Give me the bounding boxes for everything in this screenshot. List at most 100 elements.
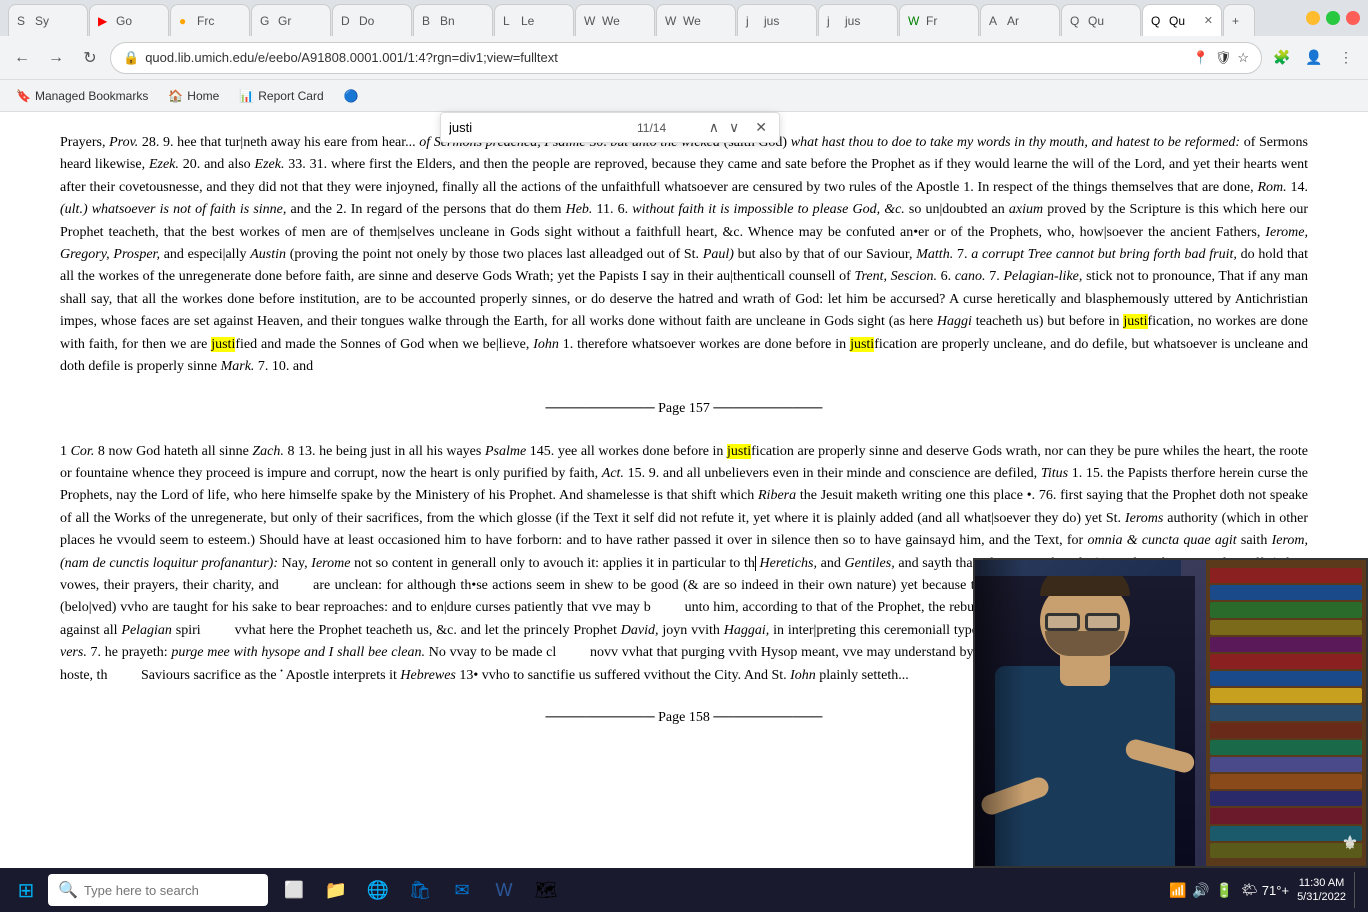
start-button[interactable]: ⊞ (8, 872, 44, 908)
content-area[interactable]: Prayers, Prov. 28. 9. hee that tur|neth … (0, 112, 1368, 912)
bookmark-extra[interactable]: 🔵 (336, 87, 367, 105)
profile-icon[interactable]: 👤 (1300, 44, 1328, 72)
tab-label-gr: Gr (278, 14, 291, 28)
bookmark-report-card-icon: 📊 (239, 89, 254, 103)
tab-label-qu2: Qu (1169, 14, 1185, 28)
tab-favicon-gr: G (260, 14, 274, 28)
tab-we1[interactable]: W We (575, 4, 655, 36)
new-tab-icon: + (1232, 14, 1239, 28)
shield-icon: 🛡 (1215, 50, 1232, 66)
tab-go[interactable]: ▶ Go (89, 4, 169, 36)
tab-label-bn: Bn (440, 14, 455, 28)
content-paragraph-1: Prayers, Prov. 28. 9. hee that tur|neth … (60, 132, 1308, 378)
tab-do[interactable]: D Do (332, 4, 412, 36)
taskbar-task-view-icon[interactable]: ⬜ (276, 872, 312, 908)
weather-icon: 🌤 (1241, 882, 1258, 898)
taskbar-right-area: 📶 🔊 🔋 🌤 71°+ 11:30 AM 5/31/2022 (1169, 872, 1360, 908)
video-content: ⚜ (975, 560, 1366, 866)
tab-favicon-fr: W (908, 14, 922, 28)
search-prev-button[interactable]: ∧ (705, 117, 723, 138)
tab-label-qu1: Qu (1088, 14, 1104, 28)
tab-favicon-qu1: Q (1070, 14, 1084, 28)
minimize-button[interactable] (1306, 11, 1320, 25)
tab-label-we1: We (602, 14, 620, 28)
browser-menu-icon[interactable]: ⋮ (1332, 44, 1360, 72)
tab-jus2[interactable]: j jus (818, 4, 898, 36)
tab-ar[interactable]: A Ar (980, 4, 1060, 36)
close-button[interactable] (1346, 11, 1360, 25)
bookmark-managed[interactable]: 🔖 Managed Bookmarks (8, 87, 156, 105)
tab-label-ar: Ar (1007, 14, 1019, 28)
tab-favicon-le: L (503, 14, 517, 28)
search-input[interactable] (449, 120, 629, 135)
video-overlay: ⚜ (973, 558, 1368, 868)
tab-bn[interactable]: B Bn (413, 4, 493, 36)
bookmark-home[interactable]: 🏠 Home (160, 87, 227, 105)
tab-qu2-active[interactable]: Q Qu ✕ (1142, 4, 1222, 36)
taskbar-search-input[interactable] (84, 883, 244, 898)
bookmarks-bar: 🔖 Managed Bookmarks 🏠 Home 📊 Report Card… (0, 80, 1368, 112)
taskbar-store-icon[interactable]: 🛍 (402, 872, 438, 908)
bookmark-managed-label: Managed Bookmarks (35, 89, 148, 103)
system-tray: 📶 🔊 🔋 (1169, 882, 1233, 899)
tab-le[interactable]: L Le (494, 4, 574, 36)
bookmark-home-label: Home (187, 89, 219, 103)
tab-favicon-we2: W (665, 14, 679, 28)
search-next-button[interactable]: ∨ (725, 117, 743, 138)
tray-volume-icon[interactable]: 🔊 (1192, 882, 1209, 899)
taskbar-search-icon: 🔍 (58, 880, 78, 900)
tab-close-icon[interactable]: ✕ (1204, 14, 1213, 27)
navigation-bar: ← → ↻ 🔒 quod.lib.umich.edu/e/eebo/A91808… (0, 36, 1368, 80)
page-157-marker: ─────────── Page 157 ─────────── (60, 398, 1308, 420)
taskbar-maps-icon[interactable]: 🗺 (528, 872, 564, 908)
tab-frc[interactable]: ● Frc (170, 4, 250, 36)
extensions-icon[interactable]: 🧩 (1268, 44, 1296, 72)
bookmark-star-icon[interactable]: ☆ (1237, 50, 1249, 66)
tab-fr[interactable]: W Fr (899, 4, 979, 36)
taskbar-mail-icon[interactable]: ✉ (444, 872, 480, 908)
search-bar: 11/14 ∧ ∨ ✕ (440, 112, 780, 143)
tray-battery-icon[interactable]: 🔋 (1216, 882, 1233, 899)
back-button[interactable]: ← (8, 44, 36, 72)
refresh-button[interactable]: ↻ (76, 44, 104, 72)
tab-qu1[interactable]: Q Qu (1061, 4, 1141, 36)
tab-favicon-jus2: j (827, 14, 841, 28)
tab-gr[interactable]: G Gr (251, 4, 331, 36)
taskbar: ⊞ 🔍 ⬜ 📁 🌐 🛍 ✉ W 🗺 📶 🔊 🔋 (0, 868, 1368, 912)
tab-new[interactable]: + (1223, 4, 1255, 36)
tab-favicon-frc: ● (179, 14, 193, 28)
tab-label-go: Go (116, 14, 132, 28)
search-close-button[interactable]: ✕ (751, 117, 771, 138)
show-desktop-button[interactable] (1354, 872, 1360, 908)
bookmark-report-card[interactable]: 📊 Report Card (231, 87, 331, 105)
windows-logo-icon: ⊞ (18, 878, 35, 903)
taskbar-word-icon[interactable]: W (486, 872, 522, 908)
tab-label-we2: We (683, 14, 701, 28)
tab-label-le: Le (521, 14, 534, 28)
search-count: 11/14 (637, 121, 666, 135)
tab-we2[interactable]: W We (656, 4, 736, 36)
maximize-button[interactable] (1326, 11, 1340, 25)
tab-sy[interactable]: S Sy (8, 4, 88, 36)
tab-label-sy: Sy (35, 14, 49, 28)
taskbar-file-explorer-icon[interactable]: 📁 (318, 872, 354, 908)
nav-icons-group: 🧩 👤 ⋮ (1268, 44, 1360, 72)
address-bar[interactable]: 🔒 quod.lib.umich.edu/e/eebo/A91808.0001.… (110, 42, 1262, 74)
taskbar-app-icons: ⬜ 📁 🌐 🛍 ✉ W 🗺 (276, 872, 564, 908)
title-bar: S Sy ▶ Go ● Frc G Gr D Do B Bn (0, 0, 1368, 36)
weather-widget[interactable]: 🌤 71°+ (1241, 882, 1289, 898)
tray-network-icon[interactable]: 📶 (1169, 882, 1186, 899)
window-controls (1306, 11, 1360, 25)
taskbar-search-box[interactable]: 🔍 (48, 874, 268, 906)
taskbar-chrome-icon[interactable]: 🌐 (360, 872, 396, 908)
tab-label-fr: Fr (926, 14, 937, 28)
bookmark-report-card-label: Report Card (258, 89, 323, 103)
tab-jus1[interactable]: j jus (737, 4, 817, 36)
taskbar-clock[interactable]: 11:30 AM 5/31/2022 (1297, 876, 1346, 905)
tab-favicon-qu2: Q (1151, 14, 1165, 28)
tab-label-jus2: jus (845, 14, 860, 28)
taskbar-time-display: 11:30 AM (1297, 876, 1346, 890)
search-nav-buttons: ∧ ∨ (705, 117, 744, 138)
tab-favicon-go: ▶ (98, 14, 112, 28)
forward-button[interactable]: → (42, 44, 70, 72)
